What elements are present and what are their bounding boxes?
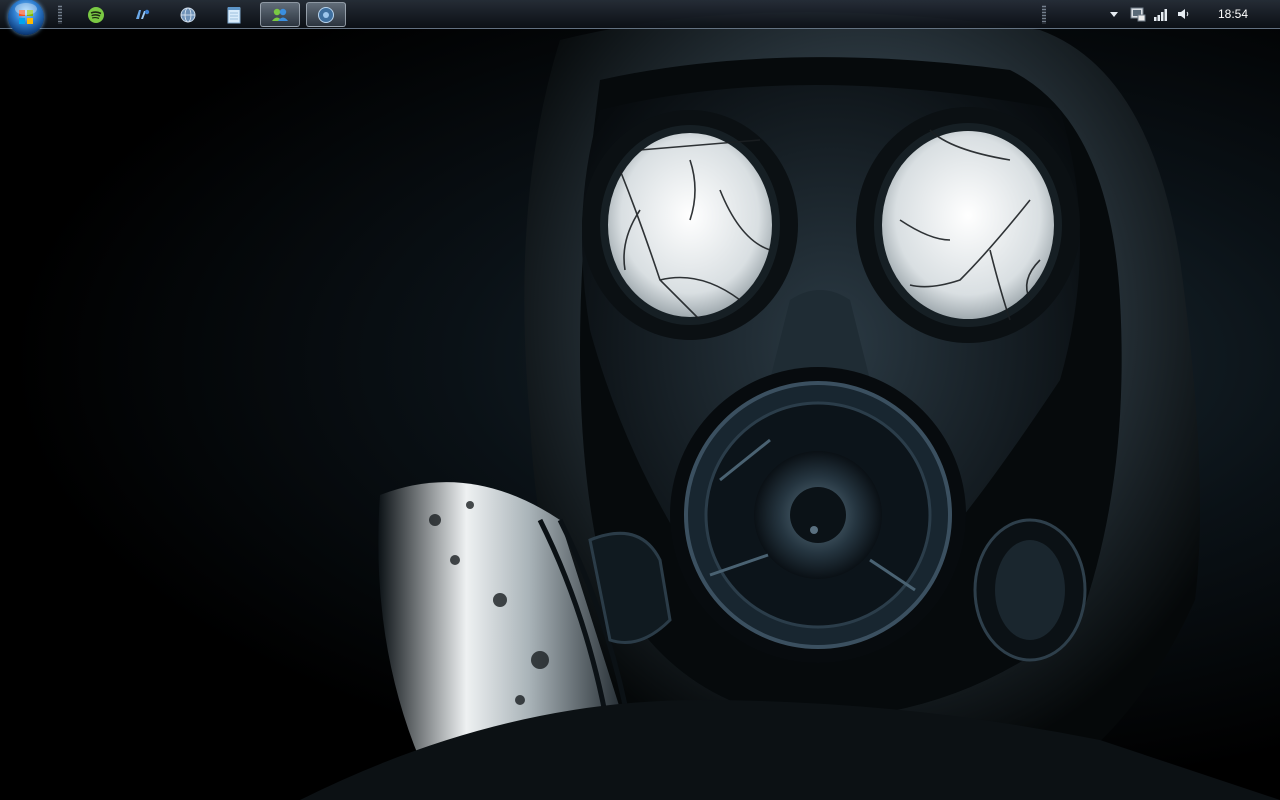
media-icon <box>318 6 334 23</box>
wallpaper-gas-mask <box>300 12 1280 800</box>
taskbar-notepad-button[interactable] <box>214 2 254 27</box>
toolbar-grip[interactable] <box>58 5 62 24</box>
desktop[interactable]: 18:54 <box>0 0 1280 800</box>
messenger-icon <box>136 9 150 19</box>
taskbar-live-messenger-button[interactable] <box>260 2 300 27</box>
taskbar-media-button[interactable] <box>306 2 346 27</box>
globe-icon <box>180 7 196 22</box>
start-button[interactable] <box>8 0 44 35</box>
taskbar-browser-button[interactable] <box>168 2 208 27</box>
buddy-icon <box>272 8 288 21</box>
taskbar: 18:54 <box>0 0 1280 35</box>
volume-icon[interactable] <box>1176 6 1192 22</box>
network-monitor-icon[interactable] <box>1130 6 1146 22</box>
signal-bars-icon[interactable] <box>1153 6 1169 22</box>
windows-logo-icon <box>15 3 37 24</box>
taskbar-clock[interactable]: 18:54 <box>1206 0 1260 28</box>
taskbar-spotify-button[interactable] <box>76 2 116 27</box>
tray-grip[interactable] <box>1042 5 1046 24</box>
show-hidden-icons-arrow-icon[interactable] <box>1106 6 1122 22</box>
spotify-icon <box>88 6 104 23</box>
notepad-icon <box>227 6 241 23</box>
taskbar-messenger-button[interactable] <box>122 2 162 27</box>
